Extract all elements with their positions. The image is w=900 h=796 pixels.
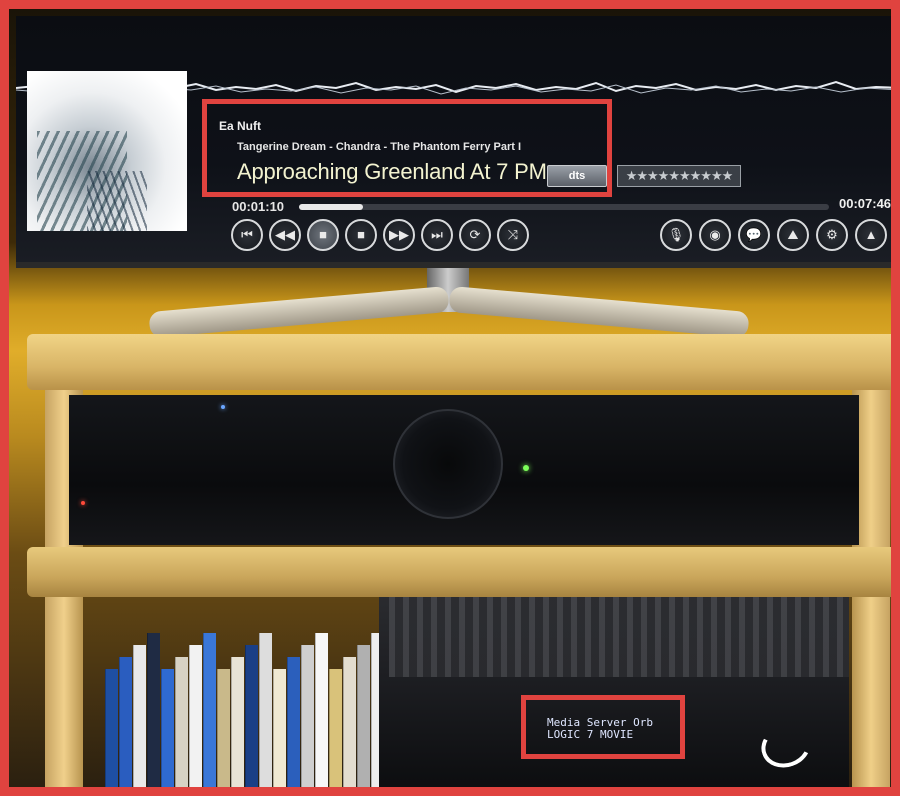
progress-bar[interactable] <box>299 204 829 210</box>
book-spine <box>189 645 202 787</box>
middle-shelf <box>27 547 891 597</box>
next-track-icon[interactable]: ⏭ <box>421 219 453 251</box>
heatsink-fins <box>389 597 849 677</box>
elapsed-time: 00:01:10 <box>232 199 285 214</box>
book-spine <box>273 669 286 787</box>
stop-icon[interactable]: ■ <box>345 219 377 251</box>
book-spine <box>217 669 230 787</box>
settings-icon[interactable]: ⚙ <box>816 219 848 251</box>
fanart-icon[interactable]: ⛰ <box>777 219 809 251</box>
blue-led <box>221 405 225 409</box>
book-spine <box>245 645 258 787</box>
album-art-tree-2 <box>87 171 147 231</box>
blu-ray-collection <box>105 605 390 787</box>
shuffle-icon[interactable]: ⤨ <box>497 219 529 251</box>
book-spine <box>105 669 118 787</box>
display-highlight <box>521 695 685 759</box>
album-art <box>27 71 187 231</box>
book-spine <box>343 657 356 787</box>
volume-knob <box>393 409 503 519</box>
lyrics-icon[interactable]: 💬 <box>738 219 770 251</box>
book-spine <box>287 657 300 787</box>
book-spine <box>259 633 272 787</box>
repeat-icon[interactable]: ⟳ <box>459 219 491 251</box>
now-playing-highlight <box>202 99 612 197</box>
microphone-icon[interactable]: 🎙 <box>660 219 692 251</box>
book-spine <box>357 645 370 787</box>
book-spine <box>147 633 160 787</box>
book-spine <box>203 633 216 787</box>
progress-fill <box>299 204 363 210</box>
rewind-icon[interactable]: ◀◀ <box>269 219 301 251</box>
book-spine <box>119 657 132 787</box>
book-spine <box>133 645 146 787</box>
book-spine <box>301 645 314 787</box>
red-led <box>81 501 85 505</box>
tv-stand-right-leg <box>448 285 750 339</box>
pause-icon[interactable]: ■ <box>307 219 339 251</box>
previous-track-icon[interactable]: ⏮ <box>231 219 263 251</box>
remaining-time: 00:07:46 <box>839 196 892 211</box>
top-shelf <box>27 334 891 390</box>
rating-stars[interactable]: ★★★★★★★★★★ <box>617 165 741 187</box>
tv-stand-left-leg <box>148 285 450 339</box>
image-icon[interactable]: ▲ <box>855 219 887 251</box>
book-spine <box>161 669 174 787</box>
book-spine <box>231 657 244 787</box>
photo: Ea Nuft Tangerine Dream - Chandra - The … <box>0 0 900 796</box>
power-led <box>523 465 529 471</box>
book-spine <box>175 657 188 787</box>
visualization-icon[interactable]: ◉ <box>699 219 731 251</box>
book-spine <box>315 633 328 787</box>
book-spine <box>329 669 342 787</box>
fast-forward-icon[interactable]: ▶▶ <box>383 219 415 251</box>
